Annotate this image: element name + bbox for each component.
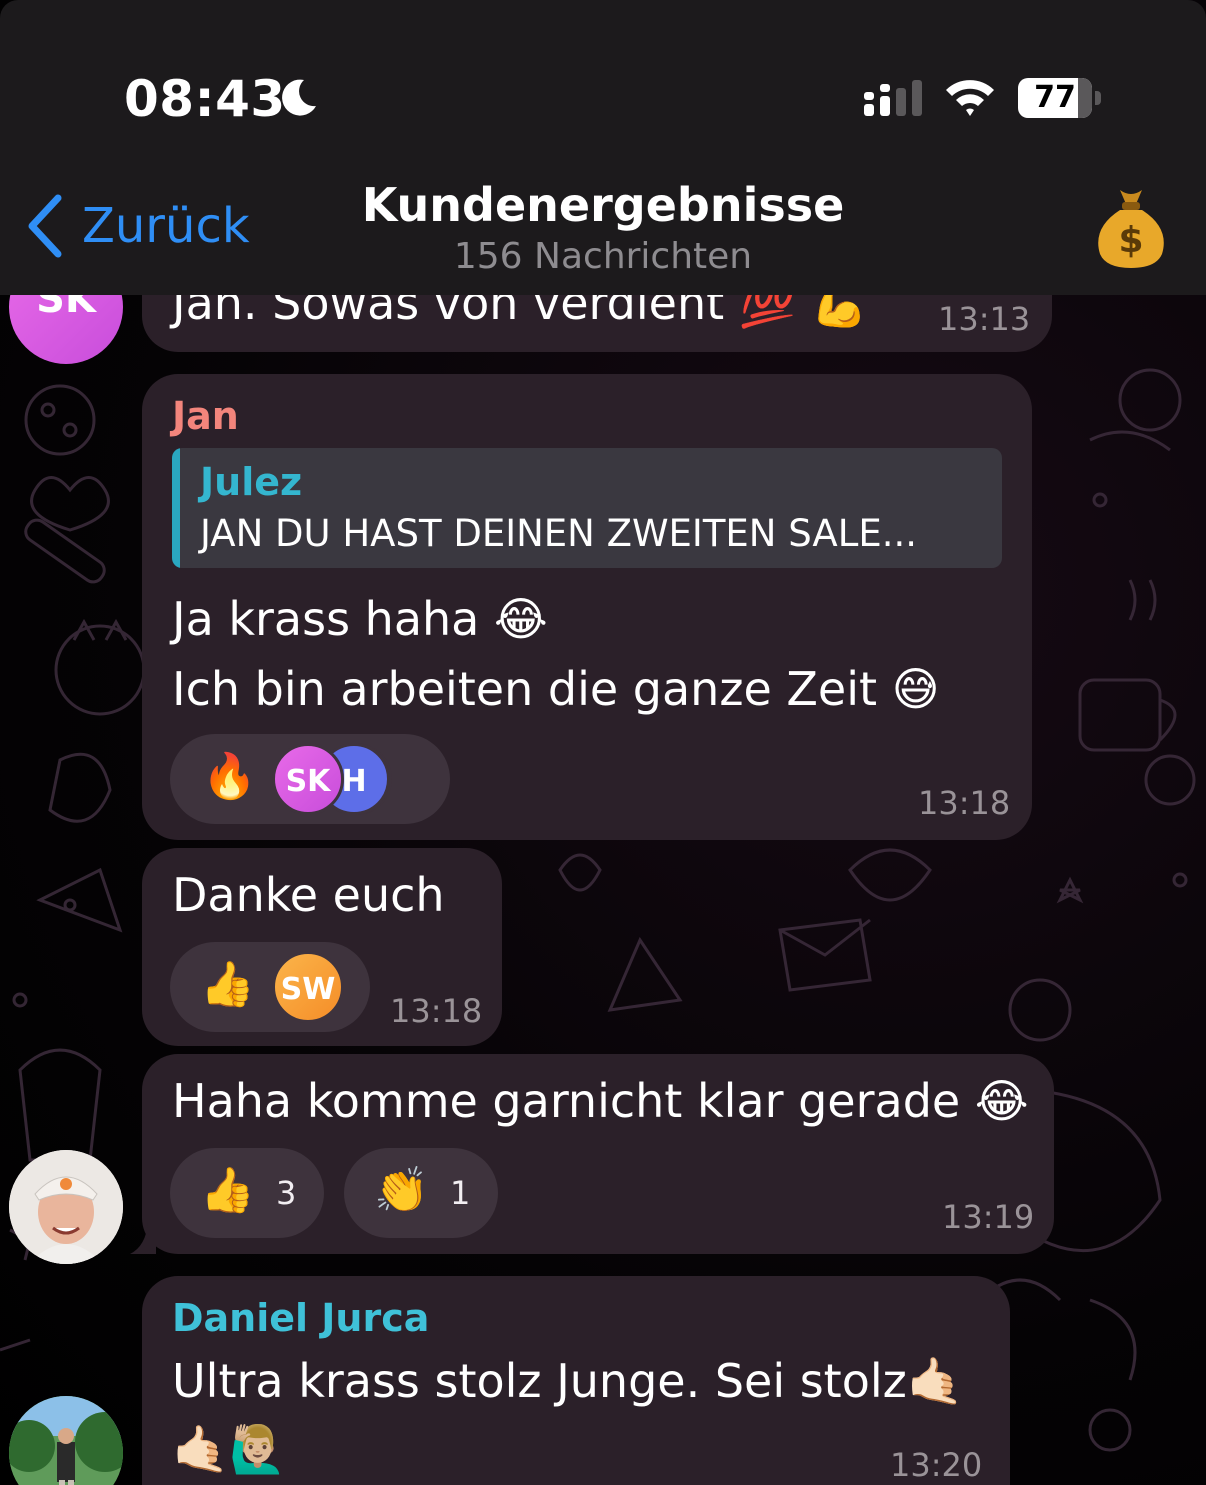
message-time: 13:18 xyxy=(918,784,1011,822)
sender-name[interactable]: Daniel Jurca xyxy=(172,1296,429,1340)
reactor-avatar: SW xyxy=(272,951,344,1023)
navigation-header: 08:43 77 Zurück Kundenergebnisse 156 Nac… xyxy=(0,0,1206,295)
reaction-fire[interactable]: 🔥 H SK xyxy=(170,734,450,824)
reactor-avatar: SK xyxy=(272,743,344,815)
reply-sender: Julez xyxy=(200,460,303,504)
thumbs-up-icon: 👍 xyxy=(200,1165,255,1216)
cellular-signal-icon xyxy=(864,80,922,116)
message-text-line-1: Ja krass haha 😂 xyxy=(172,592,548,646)
reaction-count: 1 xyxy=(450,1174,471,1212)
message-time: 13:20 xyxy=(890,1446,983,1484)
reply-text: JAN DU HAST DEINEN ZWEITEN SALE... xyxy=(200,512,918,555)
wifi-icon xyxy=(946,80,994,116)
money-bag-icon[interactable]: $ xyxy=(1096,186,1166,270)
message-time: 13:19 xyxy=(942,1198,1035,1236)
message-text-line-1: Ultra krass stolz Junge. Sei stolz🤙🏻 xyxy=(172,1354,965,1408)
reaction-thumbs-up[interactable]: 👍 SW xyxy=(170,942,370,1032)
reply-bar xyxy=(172,448,180,568)
message-time: 13:13 xyxy=(938,300,1031,338)
thumbs-up-icon: 👍 xyxy=(200,959,255,1010)
clapping-hands-icon: 👏 xyxy=(374,1165,429,1216)
fire-icon: 🔥 xyxy=(202,751,257,802)
sender-name[interactable]: Jan xyxy=(172,394,239,438)
message-time: 13:18 xyxy=(390,992,483,1030)
status-time: 08:43 xyxy=(124,70,286,128)
moon-icon xyxy=(282,79,316,116)
avatar[interactable] xyxy=(9,1150,123,1264)
bubble-tail xyxy=(130,1222,156,1254)
chat-title[interactable]: Kundenergebnisse xyxy=(0,178,1206,232)
reaction-clap[interactable]: 👏 1 xyxy=(344,1148,498,1238)
message-text: Haha komme garnicht klar gerade 😂 xyxy=(172,1074,1029,1128)
reaction-thumbs-up[interactable]: 👍 3 xyxy=(170,1148,324,1238)
svg-text:$: $ xyxy=(1118,220,1143,261)
battery-indicator: 77 xyxy=(1018,78,1102,118)
chat-subtitle: 156 Nachrichten xyxy=(453,236,753,277)
reply-preview[interactable]: Julez JAN DU HAST DEINEN ZWEITEN SALE... xyxy=(172,448,1002,568)
battery-level: 77 xyxy=(1034,80,1076,115)
message-text: Danke euch xyxy=(172,868,445,922)
message-text-line-2: Ich bin arbeiten die ganze Zeit 😅 xyxy=(172,662,940,716)
message-text-line-2: 🤙🏻🙋🏼‍♂️ xyxy=(172,1422,287,1476)
reaction-count: 3 xyxy=(276,1174,297,1212)
